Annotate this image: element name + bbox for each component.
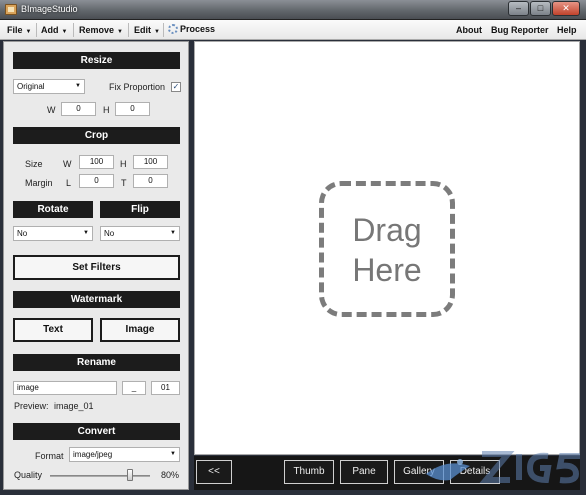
- check-icon: ✓: [172, 82, 180, 91]
- menu-separator: [163, 23, 164, 37]
- rotate-select[interactable]: No ▼: [13, 226, 93, 241]
- crop-t-label: T: [121, 178, 127, 188]
- watermark-text-button[interactable]: Text: [13, 318, 93, 342]
- resize-mode-select[interactable]: Original ▼: [13, 79, 85, 94]
- menu-add[interactable]: Add ▼: [41, 25, 67, 35]
- rotate-header: Rotate: [13, 201, 93, 218]
- window-controls: – □ ✕: [507, 1, 580, 16]
- menu-separator: [128, 23, 129, 37]
- set-filters-button[interactable]: Set Filters: [13, 255, 180, 280]
- drop-text-line1: Drag: [352, 212, 422, 248]
- pane-view-button[interactable]: Pane: [340, 460, 388, 484]
- menu-file-label: File: [7, 25, 23, 35]
- rename-separator-input[interactable]: _: [122, 381, 146, 395]
- menu-add-label: Add: [41, 25, 59, 35]
- title-bar: BImageStudio – □ ✕: [0, 0, 586, 20]
- menu-remove-label: Remove: [79, 25, 115, 35]
- resize-mode-value: Original: [17, 82, 45, 91]
- quality-slider-thumb[interactable]: [127, 469, 133, 481]
- resize-header: Resize: [13, 52, 180, 69]
- crop-left-input[interactable]: 0: [79, 174, 114, 188]
- chevron-down-icon: ▼: [117, 29, 123, 35]
- chevron-down-icon: ▼: [75, 83, 81, 89]
- menu-process[interactable]: Process: [168, 24, 215, 34]
- menu-about[interactable]: About: [456, 25, 482, 35]
- convert-format-select[interactable]: image/jpeg ▼: [69, 447, 180, 462]
- window-title: BImageStudio: [21, 4, 78, 14]
- thumb-view-button[interactable]: Thumb: [284, 460, 334, 484]
- resize-h-label: H: [103, 105, 110, 115]
- rename-header: Rename: [13, 354, 180, 371]
- watermark-header: Watermark: [13, 291, 180, 308]
- chevron-down-icon: ▼: [83, 230, 89, 236]
- rotate-value: No: [17, 229, 28, 238]
- convert-format-value: image/jpeg: [73, 450, 113, 459]
- crop-height-input[interactable]: 100: [133, 155, 168, 169]
- menu-separator: [36, 23, 37, 37]
- convert-quality-value: 80%: [161, 470, 180, 480]
- crop-l-label: L: [66, 178, 72, 188]
- quality-slider-track[interactable]: [50, 475, 150, 477]
- crop-margin-label: Margin: [25, 178, 53, 188]
- watermark-image-button[interactable]: Image: [100, 318, 180, 342]
- chevron-down-icon: ▼: [25, 29, 32, 35]
- flip-value: No: [104, 229, 115, 238]
- menu-remove[interactable]: Remove ▼: [79, 25, 123, 35]
- chevron-down-icon: ▼: [61, 29, 68, 35]
- maximize-button[interactable]: □: [530, 1, 551, 16]
- options-panel: Resize Original ▼ Fix Proportion ✓ W 0 H …: [3, 41, 189, 490]
- convert-header: Convert: [13, 423, 180, 440]
- gear-icon: [168, 24, 178, 34]
- menu-edit-label: Edit: [134, 25, 151, 35]
- back-button[interactable]: <<: [196, 460, 232, 484]
- crop-h-label: H: [120, 159, 127, 169]
- resize-w-label: W: [47, 105, 56, 115]
- chevron-down-icon: ▼: [170, 230, 176, 236]
- menu-separator: [73, 23, 74, 37]
- menu-bar: File ▼ Add ▼ Remove ▼ Edit ▼ Process About B…: [0, 20, 586, 40]
- crop-top-input[interactable]: 0: [133, 174, 168, 188]
- convert-quality-label: Quality: [14, 470, 43, 480]
- menu-help[interactable]: Help: [557, 25, 577, 35]
- menu-file[interactable]: File ▼: [7, 25, 31, 35]
- crop-header: Crop: [13, 127, 180, 144]
- fix-proportion-label: Fix Proportion: [109, 82, 166, 92]
- crop-size-label: Size: [25, 159, 43, 169]
- flip-header: Flip: [100, 201, 180, 218]
- crop-width-input[interactable]: 100: [79, 155, 114, 169]
- close-button[interactable]: ✕: [552, 1, 580, 16]
- resize-height-input[interactable]: 0: [115, 102, 150, 116]
- site-watermark-logo: [426, 451, 580, 484]
- drop-text-line2: Here: [352, 252, 422, 288]
- menu-edit[interactable]: Edit ▼: [134, 25, 160, 35]
- crop-w-label: W: [63, 159, 72, 169]
- menu-bug-reporter[interactable]: Bug Reporter: [491, 25, 549, 35]
- app-icon: [5, 4, 17, 15]
- rename-name-input[interactable]: image: [13, 381, 117, 395]
- rename-number-input[interactable]: 01: [151, 381, 180, 395]
- rename-preview-label: Preview:: [14, 401, 49, 411]
- fix-proportion-checkbox[interactable]: ✓: [171, 82, 181, 92]
- menu-process-label: Process: [180, 24, 216, 34]
- drop-area[interactable]: Drag Here: [194, 41, 580, 455]
- resize-width-input[interactable]: 0: [61, 102, 96, 116]
- chevron-down-icon: ▼: [170, 451, 176, 457]
- drag-here-target[interactable]: Drag Here: [319, 181, 455, 317]
- minimize-button[interactable]: –: [508, 1, 529, 16]
- chevron-down-icon: ▼: [154, 29, 160, 35]
- convert-format-label: Format: [35, 451, 64, 461]
- flip-select[interactable]: No ▼: [100, 226, 180, 241]
- rename-preview-value: image_01: [54, 401, 94, 411]
